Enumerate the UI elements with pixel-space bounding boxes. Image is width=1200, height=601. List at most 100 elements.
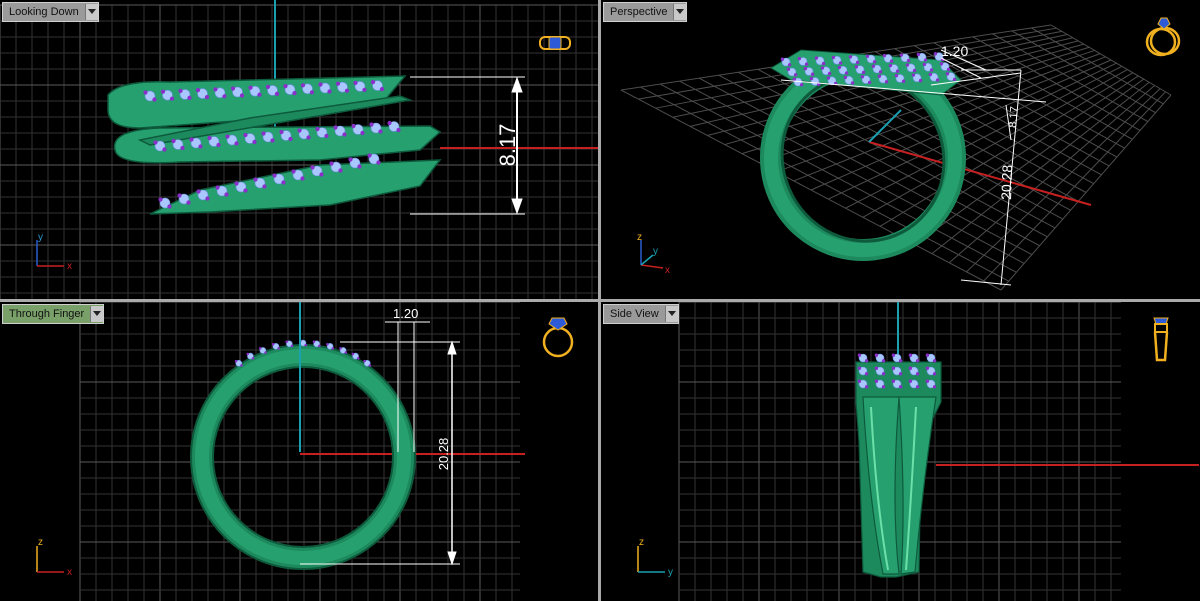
prong <box>257 92 262 97</box>
prong <box>918 78 923 83</box>
prong <box>925 353 930 357</box>
prong <box>905 63 910 67</box>
viewport-menu-icon[interactable] <box>673 4 687 20</box>
prong <box>234 359 238 363</box>
prong <box>923 58 928 62</box>
prong <box>925 379 930 383</box>
prong <box>281 180 286 185</box>
prong <box>799 83 804 87</box>
ring-model <box>855 361 942 578</box>
prong <box>143 90 148 95</box>
prong <box>262 184 267 189</box>
viewport-tab-perspective[interactable]: Perspective <box>603 2 688 22</box>
prong <box>357 356 360 360</box>
prong <box>810 72 815 76</box>
axis-triad: z y <box>637 537 673 578</box>
prong <box>838 61 843 65</box>
prong <box>874 379 879 383</box>
viewport-through-finger[interactable]: Through Finger 1.20 20.28 z x <box>0 302 598 601</box>
prong <box>312 340 316 343</box>
prong <box>344 88 350 93</box>
prong <box>874 353 879 357</box>
viewport-menu-icon[interactable] <box>664 306 678 322</box>
viewport-title: Perspective <box>610 6 668 18</box>
viewport-divider-horizontal[interactable] <box>0 299 1200 302</box>
prong <box>780 57 785 61</box>
prong <box>379 87 385 92</box>
prong <box>827 71 832 76</box>
viewport-canvas[interactable]: 1.20 20.28 z x <box>0 302 598 601</box>
prong <box>291 169 296 174</box>
viewport-canvas[interactable]: 1.20 8.17 20.28 z y x <box>601 0 1200 299</box>
prong <box>932 385 937 389</box>
prong <box>363 359 366 363</box>
viewport-tab-through-finger[interactable]: Through Finger <box>2 304 105 324</box>
prong <box>908 379 913 383</box>
prong <box>300 176 305 181</box>
prong <box>290 344 294 348</box>
prong <box>319 172 324 177</box>
prong <box>939 62 944 66</box>
ring-front-icon <box>542 317 574 358</box>
prong <box>898 372 903 376</box>
viewport-menu-icon[interactable] <box>90 306 104 322</box>
viewport-tab-side-view[interactable]: Side View <box>603 304 679 324</box>
prong <box>339 347 342 350</box>
prong <box>857 379 862 383</box>
prong <box>222 94 227 99</box>
prong <box>396 127 401 133</box>
prong <box>786 67 791 71</box>
prong <box>246 352 249 356</box>
viewport-canvas[interactable]: z y <box>601 302 1200 601</box>
prong <box>304 343 307 347</box>
prong <box>367 153 372 158</box>
svg-text:z: z <box>639 537 644 548</box>
viewport-side-view[interactable]: Side View z y <box>601 302 1200 601</box>
prong <box>368 364 372 367</box>
prong <box>925 366 930 370</box>
viewport-tab-looking-down[interactable]: Looking Down <box>2 2 99 22</box>
prong <box>360 130 365 136</box>
prong <box>271 342 275 346</box>
ring-perspective-icon <box>1145 17 1181 57</box>
viewport-menu-icon[interactable] <box>84 4 98 20</box>
prong <box>215 185 220 190</box>
prong <box>300 83 306 88</box>
prong <box>850 81 855 85</box>
prong <box>169 96 175 101</box>
viewport-canvas[interactable]: 8.17 y x <box>0 0 598 299</box>
prong <box>285 340 288 343</box>
prong <box>787 63 792 67</box>
prong <box>809 76 814 81</box>
prong <box>324 133 329 139</box>
prong <box>153 140 158 145</box>
prong <box>309 90 315 95</box>
prong <box>234 181 239 186</box>
svg-text:y: y <box>668 567 673 578</box>
prong <box>342 132 347 137</box>
prong <box>239 93 245 98</box>
prong <box>945 72 950 76</box>
svg-text:z: z <box>38 537 43 548</box>
prong <box>335 81 341 86</box>
prong <box>251 356 255 360</box>
prong <box>177 193 182 198</box>
prong <box>864 372 869 376</box>
prong <box>929 68 934 72</box>
prong <box>874 366 879 370</box>
prong <box>292 91 297 96</box>
viewport-perspective[interactable]: Perspective 1.20 8.17 20.28 z y x <box>601 0 1200 299</box>
dimension-label-small: 8.17 <box>1007 106 1021 128</box>
prong <box>204 95 210 100</box>
prong <box>797 56 802 61</box>
prong <box>288 136 293 142</box>
prong <box>894 73 899 78</box>
prong <box>240 364 243 367</box>
prong <box>243 132 248 138</box>
viewport-looking-down[interactable]: Looking Down 8.17 y x <box>0 0 598 299</box>
prong <box>857 366 862 370</box>
prong <box>329 161 334 166</box>
prong <box>277 347 280 350</box>
prong <box>152 97 157 102</box>
prong <box>848 55 853 59</box>
